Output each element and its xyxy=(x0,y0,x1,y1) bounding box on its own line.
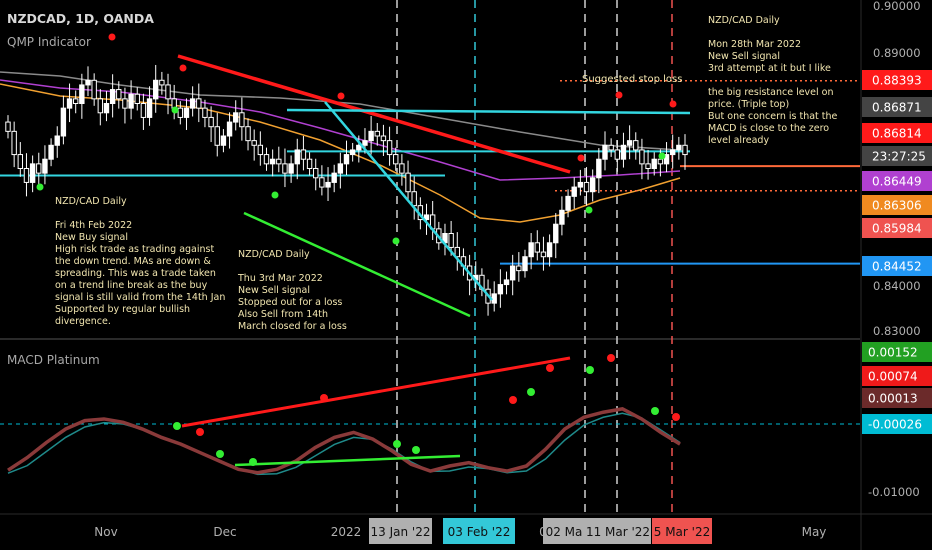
price-label: 23:27:25 xyxy=(862,146,932,166)
price-tick-label: 0.84000 xyxy=(873,279,921,293)
time-tick-label: Nov xyxy=(94,525,117,539)
price-label: 0.86306 xyxy=(862,195,932,215)
price-tick-label: 0.90000 xyxy=(873,0,921,13)
macd-signal-dot xyxy=(607,354,615,362)
macd-signal-dot xyxy=(527,388,535,396)
svg-text:0.85984: 0.85984 xyxy=(872,222,922,236)
price-label: 0.84452 xyxy=(862,256,932,276)
time-tick-label: May xyxy=(802,525,827,539)
price-label: 0.86871 xyxy=(862,97,932,117)
time-highlight-label: 5 Mar '22 xyxy=(652,518,712,544)
macd-signal-dot xyxy=(509,396,517,404)
indicator-title[interactable]: QMP Indicator xyxy=(7,35,91,49)
price-label: 0.85984 xyxy=(862,218,932,238)
svg-text:-0.00026: -0.00026 xyxy=(868,418,922,432)
time-highlight-label: 03 Feb '22 xyxy=(443,518,515,544)
svg-text:23:27:25: 23:27:25 xyxy=(872,150,926,164)
macd-tick-label: -0.01000 xyxy=(868,485,920,499)
macd-signal-dot xyxy=(196,428,204,436)
macd-signal-dot xyxy=(393,440,401,448)
price-label: 0.88393 xyxy=(862,70,932,90)
price-tick-label: 0.83000 xyxy=(873,324,921,338)
svg-text:0.86449: 0.86449 xyxy=(872,175,922,189)
svg-text:0.86814: 0.86814 xyxy=(872,127,922,141)
svg-text:0.00013: 0.00013 xyxy=(868,392,918,406)
svg-text:0.00152: 0.00152 xyxy=(868,346,918,360)
trading-chart[interactable]: NZDCAD, 1D, OANDA QMP Indicator MACD Pla… xyxy=(0,0,932,550)
svg-text:0.00074: 0.00074 xyxy=(868,370,918,384)
svg-text:0.84452: 0.84452 xyxy=(872,260,922,274)
svg-text:13 Jan '22: 13 Jan '22 xyxy=(371,525,431,539)
svg-text:0.88393: 0.88393 xyxy=(872,74,922,88)
svg-text:11 Mar '22: 11 Mar '22 xyxy=(586,525,650,539)
price-label: 0.86449 xyxy=(862,171,932,191)
macd-signal-dot xyxy=(216,450,224,458)
svg-text:5 Mar '22: 5 Mar '22 xyxy=(654,525,710,539)
macd-value-label: 0.00074 xyxy=(862,366,932,386)
symbol-title: NZDCAD, 1D, OANDA xyxy=(7,11,154,26)
stop-loss-label: Suggested stop loss xyxy=(582,74,682,85)
time-highlight-label: 02 Ma xyxy=(543,518,585,544)
svg-text:03 Feb '22: 03 Feb '22 xyxy=(448,525,511,539)
macd-signal-dot xyxy=(651,407,659,415)
price-label: 0.86814 xyxy=(862,123,932,143)
macd-signal-dot xyxy=(412,446,420,454)
svg-text:0.86871: 0.86871 xyxy=(872,101,922,115)
price-tick-label: 0.89000 xyxy=(873,46,921,60)
svg-text:02 Ma: 02 Ma xyxy=(546,525,583,539)
macd-signal-dot xyxy=(586,366,594,374)
time-highlight-label: 11 Mar '22 xyxy=(585,518,651,544)
macd-signal-dot xyxy=(672,413,680,421)
macd-value-label: 0.00152 xyxy=(862,342,932,362)
svg-text:0.86306: 0.86306 xyxy=(872,199,922,213)
macd-title[interactable]: MACD Platinum xyxy=(7,353,100,367)
macd-value-label: 0.00013 xyxy=(862,388,932,408)
macd-signal-dot xyxy=(173,422,181,430)
time-tick-label: Dec xyxy=(213,525,236,539)
macd-signal-dot xyxy=(546,364,554,372)
macd-value-label: -0.00026 xyxy=(862,414,932,434)
time-highlight-label: 13 Jan '22 xyxy=(369,518,432,544)
time-tick-label: 2022 xyxy=(331,525,362,539)
